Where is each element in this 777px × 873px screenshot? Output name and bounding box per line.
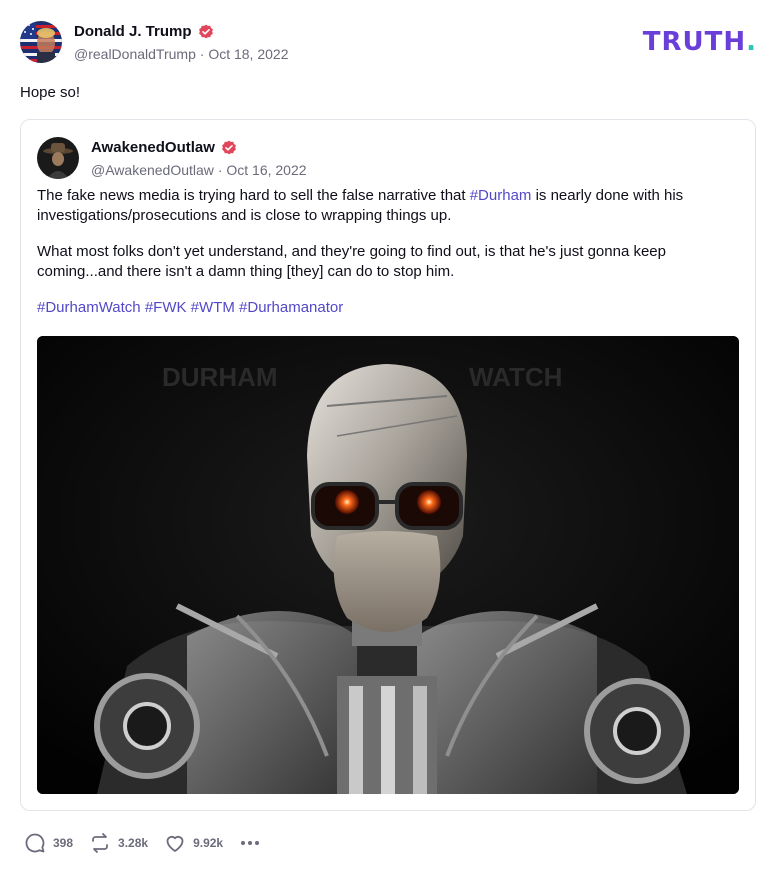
logo-dot: . xyxy=(746,27,757,57)
like-count: 9.92k xyxy=(193,836,224,850)
author-avatar[interactable] xyxy=(20,21,62,63)
robot-skull-image: DURHAM WATCH xyxy=(37,336,739,794)
flag-avatar-icon xyxy=(20,21,62,63)
quoted-author-name-line: AwakenedOutlaw xyxy=(91,139,237,156)
post-text: Hope so! xyxy=(20,84,81,101)
quoted-post-card[interactable]: AwakenedOutlaw @AwakenedOutlaw · Oct 16,… xyxy=(20,119,756,811)
quoted-author-meta: @AwakenedOutlaw · Oct 16, 2022 xyxy=(91,162,307,178)
retruth-icon xyxy=(92,833,108,853)
quoted-author-handle[interactable]: @AwakenedOutlaw xyxy=(91,162,214,178)
quoted-author-display-name[interactable]: AwakenedOutlaw xyxy=(91,139,215,156)
image-overlay-left: DURHAM xyxy=(162,362,278,392)
post-date[interactable]: Oct 18, 2022 xyxy=(208,46,288,62)
cowboy-avatar-icon xyxy=(37,137,79,179)
quoted-paragraph-2: What most folks don't yet understand, an… xyxy=(37,243,666,280)
para1-before: The fake news media is trying hard to se… xyxy=(37,187,470,204)
hashtag-link[interactable]: #Durham xyxy=(470,187,532,204)
quoted-post-image[interactable]: DURHAM WATCH xyxy=(37,336,739,794)
logo-text: TRUTH xyxy=(642,27,747,57)
reply-count: 398 xyxy=(53,836,74,850)
reply-button[interactable]: 398 xyxy=(24,832,73,854)
heart-icon xyxy=(166,835,184,852)
retruth-button[interactable]: 3.28k xyxy=(89,832,148,854)
verified-badge-icon xyxy=(198,24,213,38)
dot xyxy=(255,841,260,845)
more-options-icon[interactable] xyxy=(241,841,260,845)
author-meta: @realDonaldTrump · Oct 18, 2022 xyxy=(74,46,288,62)
author-handle[interactable]: @realDonaldTrump xyxy=(74,46,196,62)
hashtag-link[interactable]: #FWK xyxy=(145,299,187,316)
quoted-post-date[interactable]: Oct 16, 2022 xyxy=(226,162,306,178)
image-overlay-right: WATCH xyxy=(469,362,562,392)
hashtag-link[interactable]: #Durhamanator xyxy=(239,299,343,316)
author-name-line: Donald J. Trump xyxy=(74,23,214,40)
dot xyxy=(248,841,253,845)
like-button[interactable]: 9.92k xyxy=(164,832,223,854)
quoted-post-header: AwakenedOutlaw @AwakenedOutlaw · Oct 16,… xyxy=(37,137,737,179)
verified-badge-icon xyxy=(222,140,236,154)
reply-icon xyxy=(25,833,45,853)
quoted-author-avatar[interactable] xyxy=(37,137,79,179)
quoted-post-body: The fake news media is trying hard to se… xyxy=(37,186,737,334)
truth-logo[interactable]: TRUTH. xyxy=(643,27,757,57)
hashtag-link[interactable]: #WTM xyxy=(191,299,235,316)
post-actions: 398 3.28k 9.92k xyxy=(24,830,260,856)
dot xyxy=(241,841,246,845)
post-header: Donald J. Trump @realDonaldTrump · Oct 1… xyxy=(20,21,757,67)
quoted-paragraph-1: The fake news media is trying hard to se… xyxy=(37,186,737,226)
author-display-name[interactable]: Donald J. Trump xyxy=(74,23,192,40)
retruth-count: 3.28k xyxy=(118,836,149,850)
hashtag-link[interactable]: #DurhamWatch xyxy=(37,299,141,316)
quoted-hashtags: #DurhamWatch #FWK #WTM #Durhamanator xyxy=(37,298,737,318)
